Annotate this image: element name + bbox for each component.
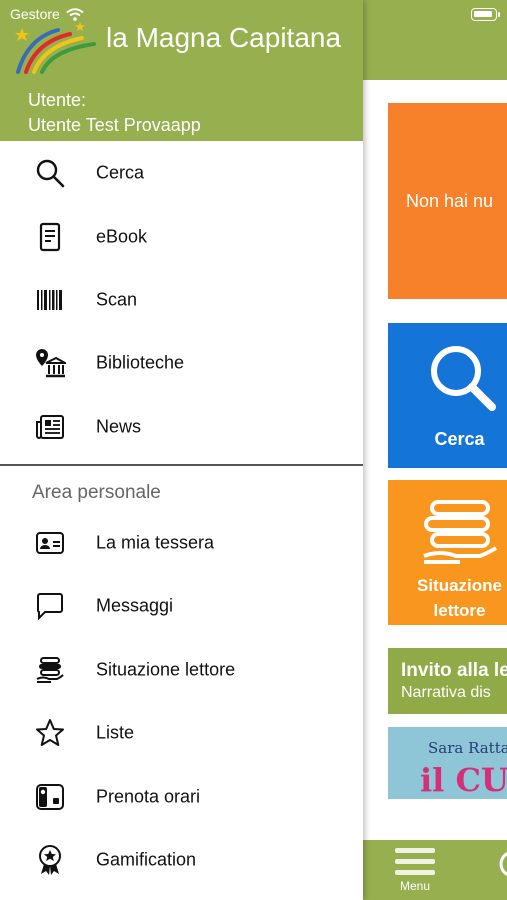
menu-item-messaggi[interactable]: Messaggi [0,576,363,636]
message-icon [33,589,67,623]
menu-label-scan: Scan [96,289,138,310]
menu-label-cerca: Cerca [96,162,145,183]
menu-item-ebook[interactable]: eBook [0,207,363,267]
badge-icon [33,843,67,877]
promo-banner[interactable]: Invito alla le Narrativa dis [388,648,507,714]
search-icon [426,341,498,418]
notice-tile[interactable]: Non hai nu [388,103,507,299]
background-app: Non hai nu Cerca Situazione lettore Invi… [363,0,507,900]
reader-status-label: Situazione lettore [416,576,502,620]
menu-item-prenota-orari[interactable]: Prenota orari [0,767,363,827]
menu-label-situazione-lettore: Situazione lettore [96,659,236,680]
personal-section-title: Area personale [32,482,161,503]
ebook-icon [33,220,67,254]
menu-item-scan[interactable]: Scan [0,270,363,330]
drawer-header: Gestore la Magna Capitana Utente: Utente… [0,0,363,141]
user-name: Utente Test Provaapp [28,115,201,135]
menu-label-prenota-orari: Prenota orari [96,786,201,807]
app-logo [10,16,102,79]
tab-menu-label: Menu [399,879,431,893]
menu-item-cerca[interactable]: Cerca [0,143,363,203]
search-icon [33,156,67,190]
newspaper-icon [33,410,67,444]
menu-item-tessera[interactable]: La mia tessera [0,513,363,573]
book-title: il CUOR [420,761,507,799]
menu-label-news: News [96,416,142,437]
star-icon [33,716,67,750]
menu-label-tessera: La mia tessera [96,532,215,553]
notice-text: Non hai nu [406,191,494,211]
menu-label-gamification: Gamification [96,849,197,870]
menu-label-biblioteche: Biblioteche [96,352,185,373]
reader-status-tile[interactable]: Situazione lettore [388,480,507,625]
search-tile[interactable]: Cerca [388,323,507,468]
barcode-icon [33,283,67,317]
hamburger-icon [393,848,437,875]
menu-item-situazione-lettore[interactable]: Situazione lettore [0,640,363,700]
book-cover[interactable]: Sara Ratta il CUOR [388,727,507,799]
menu-item-gamification[interactable]: Gamification [0,830,363,890]
menu-item-biblioteche[interactable]: Biblioteche [0,333,363,393]
card-icon [33,526,67,560]
menu-label-messaggi: Messaggi [96,595,174,616]
menu-item-liste[interactable]: Liste [0,703,363,763]
tab-menu[interactable]: Menu [393,848,437,893]
user-label: Utente: [28,90,87,110]
book-author: Sara Ratta [428,739,507,757]
menu-label-ebook: eBook [96,226,148,247]
tab-bar: Menu [363,840,507,900]
search-tile-label: Cerca [434,429,485,449]
menu-label-liste: Liste [96,722,135,743]
screen: Non hai nu Cerca Situazione lettore Invi… [0,0,507,900]
books-hand-icon [420,498,500,573]
library-icon [33,346,67,380]
books-hand-icon [33,653,67,687]
tab-second-icon [499,851,507,877]
menu-item-news[interactable]: News [0,397,363,457]
app-title: la Magna Capitana [106,22,342,53]
promo-subtitle: Narrativa dis [401,684,491,701]
menu-divider [0,464,363,466]
side-drawer: Gestore la Magna Capitana Utente: Utente… [0,0,363,900]
calendar-icon [33,780,67,814]
tab-second[interactable] [495,848,507,883]
promo-title: Invito alla le [401,660,507,681]
